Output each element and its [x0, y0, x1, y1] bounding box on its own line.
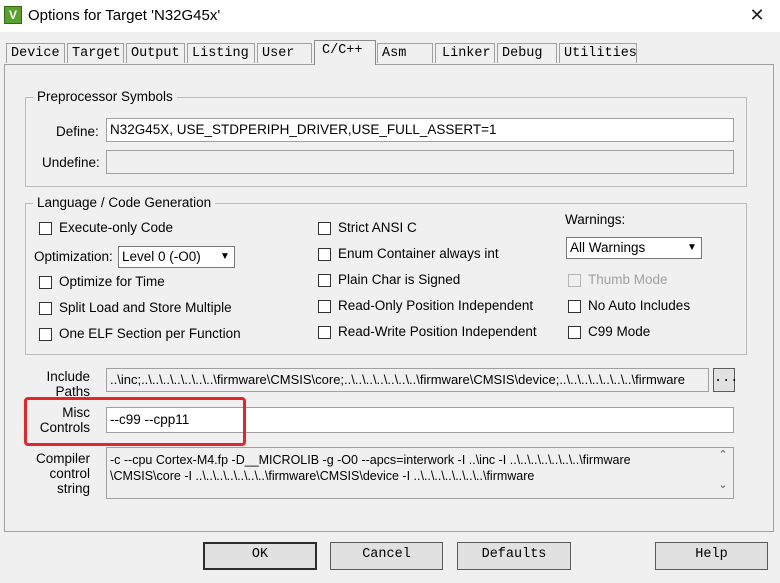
undefine-input[interactable]	[106, 150, 734, 174]
tab-device[interactable]: Device	[6, 43, 65, 63]
misc-highlight-box	[24, 397, 246, 446]
compiler-control-label: Compiler control string	[30, 451, 90, 496]
thumb-mode-checkbox[interactable]	[568, 274, 581, 287]
undefine-label: Undefine:	[42, 155, 100, 170]
tab-c-cpp[interactable]: C/C++	[314, 40, 376, 65]
title-bar[interactable]: V Options for Target 'N32G45x' ✕	[0, 0, 780, 32]
chevron-down-icon: ▼	[220, 251, 230, 262]
c99-mode-label: C99 Mode	[588, 324, 651, 339]
keil-app-icon: V	[4, 6, 22, 24]
define-label: Define:	[56, 124, 99, 139]
compiler-scrollbar[interactable]: ⌃ ⌄	[714, 448, 732, 498]
split-load-checkbox[interactable]	[39, 302, 52, 315]
ropi-label: Read-Only Position Independent	[338, 298, 534, 313]
cancel-button[interactable]: Cancel	[330, 542, 443, 570]
plain-char-checkbox[interactable]	[318, 274, 331, 287]
optimization-select[interactable]: Level 0 (-O0) ▼	[118, 246, 235, 268]
optimize-time-checkbox[interactable]	[39, 276, 52, 289]
tab-user[interactable]: User	[257, 43, 312, 63]
include-paths-input[interactable]: ..\inc;..\..\..\..\..\..\..\firmware\CMS…	[106, 368, 709, 392]
warnings-label: Warnings:	[565, 212, 626, 227]
tab-output[interactable]: Output	[126, 43, 185, 63]
optimization-label: Optimization:	[34, 249, 113, 264]
defaults-button[interactable]: Defaults	[457, 542, 571, 570]
tab-debug[interactable]: Debug	[497, 43, 557, 63]
execute-only-label: Execute-only Code	[59, 220, 174, 235]
rwpi-checkbox[interactable]	[318, 326, 331, 339]
tab-target[interactable]: Target	[67, 43, 124, 63]
plain-char-label: Plain Char is Signed	[338, 272, 461, 287]
chevron-down-icon: ▼	[687, 242, 697, 253]
strict-ansi-label: Strict ANSI C	[338, 220, 417, 235]
no-auto-includes-checkbox[interactable]	[568, 300, 581, 313]
execute-only-checkbox[interactable]	[39, 222, 52, 235]
compiler-label-line3: string	[56, 481, 90, 496]
enum-container-label: Enum Container always int	[338, 246, 499, 261]
close-icon[interactable]: ✕	[742, 1, 772, 29]
warnings-select[interactable]: All Warnings ▼	[566, 237, 702, 259]
help-button[interactable]: Help	[655, 542, 768, 570]
enum-container-checkbox[interactable]	[318, 248, 331, 261]
ropi-checkbox[interactable]	[318, 300, 331, 313]
compiler-line1: -c --cpu Cortex-M4.fp -D__MICROLIB -g -O…	[110, 453, 631, 467]
ok-button[interactable]: OK	[203, 542, 317, 570]
no-auto-includes-label: No Auto Includes	[588, 298, 691, 313]
include-label-line1: Include	[46, 369, 90, 384]
scroll-down-icon[interactable]: ⌄	[714, 478, 732, 492]
warnings-value: All Warnings	[570, 240, 646, 255]
rwpi-label: Read-Write Position Independent	[338, 324, 537, 339]
one-elf-checkbox[interactable]	[39, 328, 52, 341]
split-load-label: Split Load and Store Multiple	[59, 300, 232, 315]
preprocessor-legend: Preprocessor Symbols	[33, 89, 177, 104]
compiler-label-line1: Compiler	[35, 451, 90, 466]
include-paths-label: Include Paths	[30, 369, 90, 399]
define-input[interactable]: N32G45X, USE_STDPERIPH_DRIVER,USE_FULL_A…	[106, 118, 734, 142]
compiler-control-string[interactable]: -c --cpu Cortex-M4.fp -D__MICROLIB -g -O…	[106, 447, 734, 499]
compiler-line2: \CMSIS\core -I ..\..\..\..\..\..\..\firm…	[110, 469, 535, 483]
one-elf-label: One ELF Section per Function	[59, 326, 241, 341]
optimize-time-label: Optimize for Time	[59, 274, 165, 289]
c99-mode-checkbox[interactable]	[568, 326, 581, 339]
tab-linker[interactable]: Linker	[435, 43, 495, 63]
options-dialog: V Options for Target 'N32G45x' ✕ Device …	[0, 0, 780, 583]
tab-utilities[interactable]: Utilities	[559, 43, 637, 63]
optimization-value: Level 0 (-O0)	[122, 249, 201, 264]
tab-asm[interactable]: Asm	[377, 43, 433, 63]
thumb-mode-label: Thumb Mode	[588, 272, 668, 287]
strict-ansi-checkbox[interactable]	[318, 222, 331, 235]
include-browse-button[interactable]: ...	[713, 368, 738, 392]
tab-listing[interactable]: Listing	[187, 43, 255, 63]
language-legend: Language / Code Generation	[33, 195, 216, 210]
scroll-up-icon[interactable]: ⌃	[714, 448, 732, 462]
compiler-label-line2: control	[49, 466, 90, 481]
window-title: Options for Target 'N32G45x'	[28, 7, 221, 24]
